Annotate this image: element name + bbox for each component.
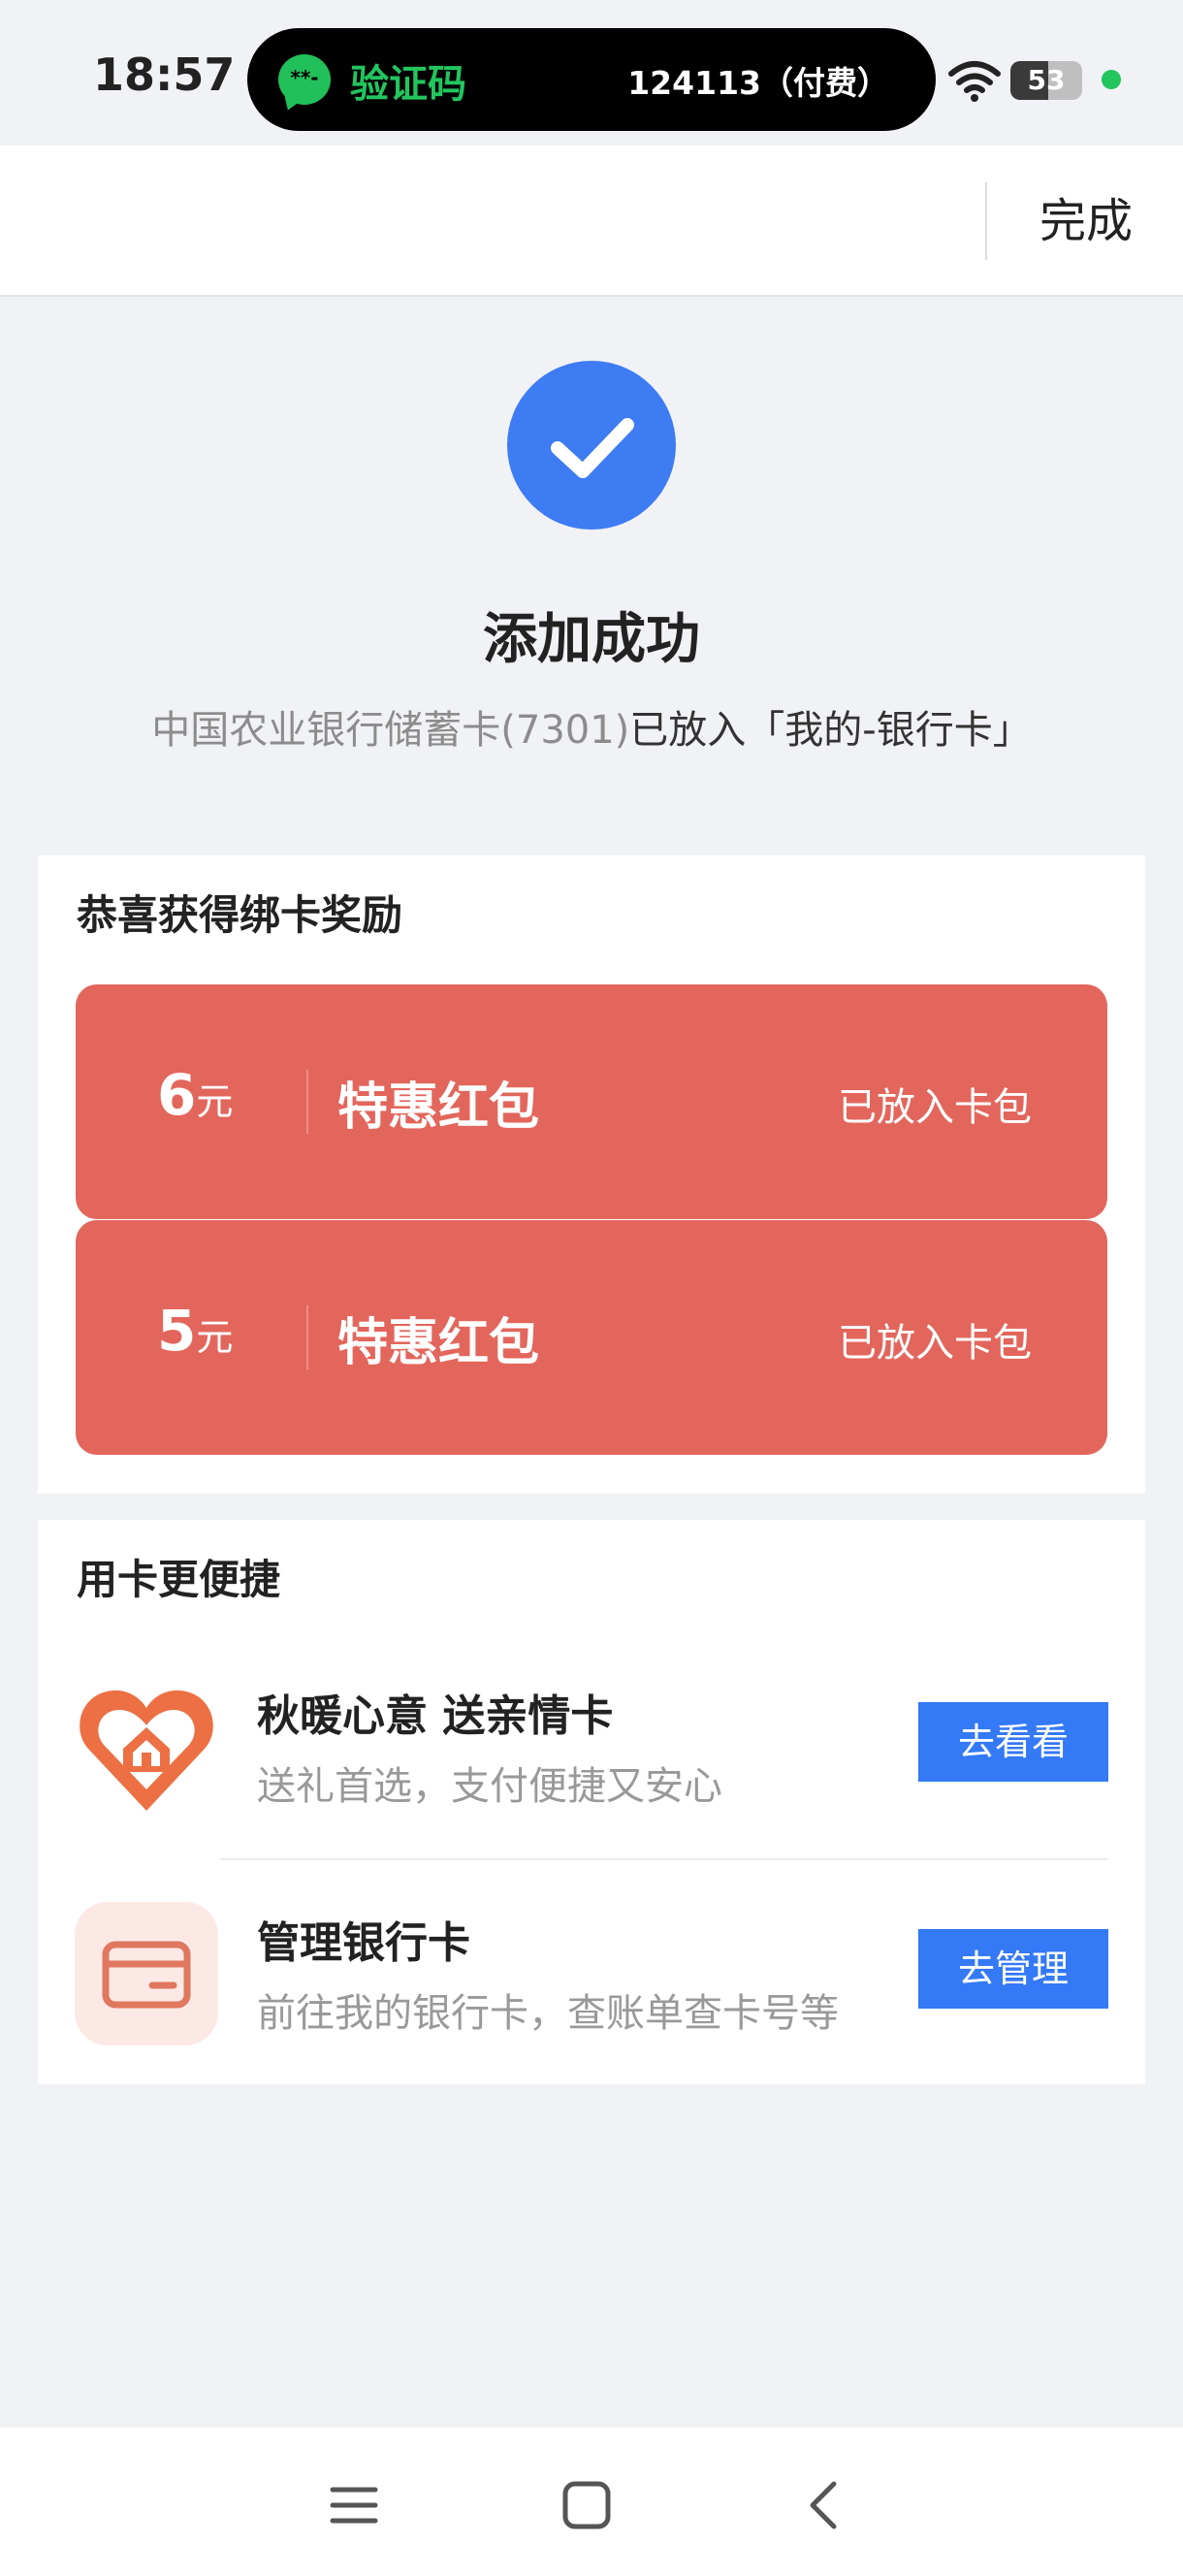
service-description: 送礼首选，支付便捷又安心 bbox=[257, 1764, 722, 1809]
battery-indicator: 53 bbox=[1010, 61, 1082, 100]
nav-divider bbox=[985, 182, 987, 260]
coupon-amount-unit: 元 bbox=[196, 1080, 234, 1123]
service-title: 秋暖心意 送亲情卡 bbox=[257, 1691, 614, 1741]
convenience-section: 用卡更便捷 秋暖心意 送亲情卡 送礼首选，支付便捷又安心 去看看 管理银行卡 前… bbox=[38, 1520, 1145, 2084]
back-icon[interactable] bbox=[795, 2476, 853, 2534]
coupon-amount-value: 6 bbox=[157, 1062, 197, 1128]
reward-section-title: 恭喜获得绑卡奖励 bbox=[77, 891, 403, 939]
coupon-name: 特惠红包 bbox=[337, 1079, 540, 1137]
service-item-family-card[interactable]: 秋暖心意 送亲情卡 送礼首选，支付便捷又安心 去看看 bbox=[38, 1675, 1145, 1840]
notification-island[interactable]: **- 验证码 124113（付费） bbox=[247, 28, 936, 131]
heart-home-icon bbox=[75, 1675, 218, 1819]
status-time: 18:57 bbox=[93, 48, 236, 101]
privacy-dot bbox=[1102, 70, 1121, 89]
item-divider bbox=[220, 1858, 1108, 1860]
bank-card-icon bbox=[75, 1902, 218, 2045]
bank-card-name: 中国农业银行储蓄卡(7301) bbox=[151, 708, 630, 753]
coupon-name: 特惠红包 bbox=[337, 1314, 540, 1372]
coupon-divider bbox=[306, 1305, 308, 1369]
home-square-icon[interactable] bbox=[558, 2476, 616, 2534]
notification-code: 124113（付费） bbox=[627, 64, 889, 102]
wifi-icon bbox=[948, 61, 1001, 102]
manage-button[interactable]: 去管理 bbox=[918, 1929, 1108, 2009]
coupon-amount-unit: 元 bbox=[196, 1316, 234, 1359]
coupon-status: 已放入卡包 bbox=[838, 1321, 1032, 1366]
success-description: 中国农业银行储蓄卡(7301)已放入「我的-银行卡」 bbox=[0, 698, 1183, 755]
wechat-icon: **- bbox=[278, 54, 331, 105]
coupon-divider bbox=[306, 1070, 308, 1134]
coupon-card[interactable]: 5元 特惠红包 已放入卡包 bbox=[76, 1220, 1107, 1455]
coupon-status: 已放入卡包 bbox=[838, 1085, 1032, 1130]
coupon-amount: 6元 bbox=[157, 1062, 233, 1128]
done-button[interactable]: 完成 bbox=[1008, 182, 1164, 260]
service-title: 管理银行卡 bbox=[257, 1918, 470, 1968]
top-nav-bar: 完成 bbox=[0, 145, 1183, 297]
check-icon bbox=[507, 361, 676, 530]
convenience-section-title: 用卡更便捷 bbox=[77, 1556, 281, 1603]
service-item-manage-card[interactable]: 管理银行卡 前往我的银行卡，查账单查卡号等 去管理 bbox=[38, 1902, 1145, 2067]
status-bar: 18:57 **- 验证码 124113（付费） 53 bbox=[0, 0, 1183, 145]
menu-icon[interactable] bbox=[325, 2476, 383, 2534]
notification-title: 验证码 bbox=[350, 62, 466, 107]
system-navigation-bar bbox=[0, 2428, 1183, 2576]
battery-level: 53 bbox=[1027, 64, 1066, 96]
placed-text: 已放入「我的-银行卡」 bbox=[629, 708, 1032, 753]
page: 18:57 **- 验证码 124113（付费） 53 完成 添加成功 中国农业… bbox=[0, 0, 1183, 2576]
success-title: 添加成功 bbox=[483, 608, 700, 671]
view-button[interactable]: 去看看 bbox=[918, 1702, 1108, 1782]
reward-section: 恭喜获得绑卡奖励 6元 特惠红包 已放入卡包 5元 特惠红包 已放入卡包 bbox=[38, 855, 1145, 1494]
coupon-amount: 5元 bbox=[157, 1298, 233, 1364]
service-description: 前往我的银行卡，查账单查卡号等 bbox=[257, 1991, 839, 2036]
coupon-amount-value: 5 bbox=[157, 1298, 197, 1364]
coupon-card[interactable]: 6元 特惠红包 已放入卡包 bbox=[76, 984, 1107, 1219]
